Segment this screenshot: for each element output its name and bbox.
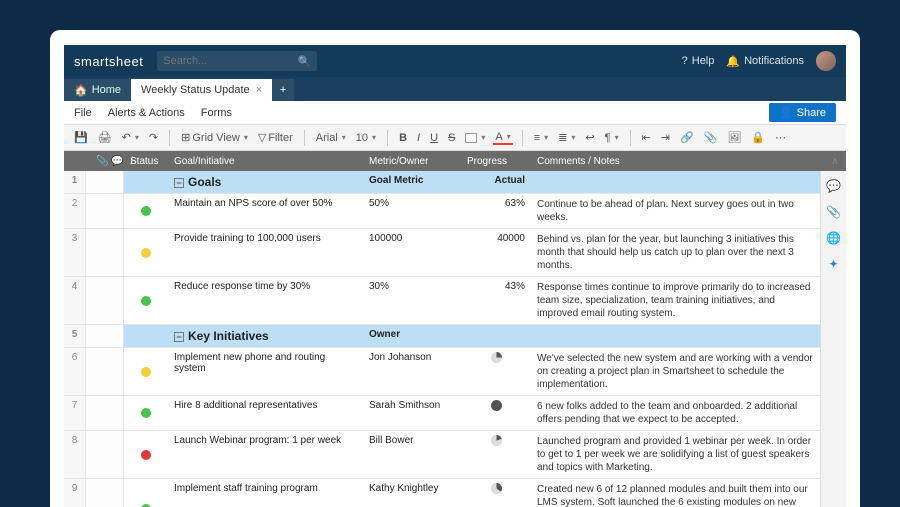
font-select[interactable]: Arial: [314, 132, 348, 144]
collapse-icon[interactable]: −: [174, 178, 184, 188]
person-icon: 👤: [779, 106, 793, 119]
redo-icon[interactable]: ↷: [147, 131, 160, 144]
comments-rail-icon[interactable]: 💬: [827, 179, 841, 193]
progress-pie-icon[interactable]: [491, 400, 502, 411]
bold-button[interactable]: B: [397, 132, 409, 144]
attachment-header-icon[interactable]: 📎: [96, 156, 108, 167]
filter-button[interactable]: ▽ Filter: [256, 131, 295, 144]
table-row[interactable]: 3Provide training to 100,000 users100000…: [64, 229, 820, 277]
document-tab[interactable]: Weekly Status Update×: [131, 79, 272, 101]
top-bar: smartsheet 🔍 ?Help 🔔Notifications: [64, 45, 846, 77]
more-icon[interactable]: ⋯: [773, 131, 788, 144]
search-input[interactable]: [163, 55, 283, 67]
status-dot[interactable]: [141, 206, 151, 216]
menu-file[interactable]: File: [74, 107, 92, 119]
add-tab-button[interactable]: +: [272, 79, 294, 101]
col-comments[interactable]: Comments / Notes: [531, 156, 824, 167]
col-goal[interactable]: Goal/Initiative: [168, 156, 363, 167]
strike-button[interactable]: S: [446, 132, 457, 144]
col-progress[interactable]: Progress: [461, 156, 531, 167]
notifications-link[interactable]: 🔔Notifications: [726, 55, 804, 68]
fill-color-button[interactable]: [463, 133, 487, 143]
attachments-rail-icon[interactable]: 📎: [827, 205, 841, 219]
status-dot[interactable]: [141, 367, 151, 377]
gridview-button[interactable]: ⊞ Grid View: [179, 131, 250, 144]
menu-alerts[interactable]: Alerts & Actions: [108, 107, 185, 119]
home-tab[interactable]: 🏠Home: [64, 79, 131, 101]
print-icon[interactable]: 🖨: [96, 131, 114, 144]
search-box[interactable]: 🔍: [157, 51, 317, 71]
avatar[interactable]: [816, 51, 836, 71]
link-icon[interactable]: 🔗: [678, 131, 696, 144]
wrap-icon[interactable]: ↩: [583, 131, 596, 144]
share-button[interactable]: 👤Share: [769, 103, 836, 122]
status-dot[interactable]: [141, 296, 151, 306]
table-row[interactable]: 6Implement new phone and routing systemJ…: [64, 348, 820, 396]
status-dot[interactable]: [141, 408, 151, 418]
menu-bar: File Alerts & Actions Forms 👤Share: [64, 101, 846, 125]
tab-strip: 🏠Home Weekly Status Update× +: [64, 77, 846, 101]
column-headers: 📎 💬 i Status Goal/Initiative Metric/Owne…: [64, 151, 846, 171]
bell-icon: 🔔: [726, 55, 740, 68]
col-metric[interactable]: Metric/Owner: [363, 156, 461, 167]
fontsize-select[interactable]: 10: [354, 132, 378, 144]
lock-icon[interactable]: 🔒: [749, 131, 767, 144]
brand-logo: smartsheet: [74, 54, 143, 69]
comment-header-icon[interactable]: 💬: [111, 156, 123, 167]
right-rail: 💬 📎 🌐 ✦: [820, 171, 846, 507]
toolbar: 💾 🖨 ↶ ↷ ⊞ Grid View ▽ Filter Arial 10 B …: [64, 125, 846, 151]
menu-forms[interactable]: Forms: [201, 107, 232, 119]
grid-body[interactable]: 1−GoalsGoal MetricActual2Maintain an NPS…: [64, 171, 820, 507]
col-status[interactable]: Status: [124, 156, 168, 167]
status-dot[interactable]: [141, 248, 151, 258]
image-icon[interactable]: 🖼: [725, 131, 743, 144]
progress-pie-icon[interactable]: [491, 483, 502, 494]
collapse-rail-icon[interactable]: ∧: [824, 156, 846, 167]
table-row[interactable]: 5−Key InitiativesOwner: [64, 325, 820, 348]
table-row[interactable]: 4Reduce response time by 30%30%43%Respon…: [64, 277, 820, 325]
collapse-icon[interactable]: −: [174, 332, 184, 342]
table-row[interactable]: 8Launch Webinar program: 1 per weekBill …: [64, 431, 820, 479]
activity-rail-icon[interactable]: 🌐: [827, 231, 841, 245]
table-row[interactable]: 9Implement staff training programKathy K…: [64, 479, 820, 507]
indent-icon[interactable]: ⇥: [659, 131, 672, 144]
search-icon[interactable]: 🔍: [298, 55, 312, 68]
progress-pie-icon[interactable]: [491, 352, 502, 363]
attach-icon[interactable]: 📎: [702, 131, 720, 144]
close-icon[interactable]: ×: [256, 84, 262, 96]
home-icon: 🏠: [74, 84, 88, 97]
status-dot[interactable]: [141, 450, 151, 460]
align-left-icon[interactable]: ≡: [532, 132, 550, 144]
progress-pie-icon[interactable]: [491, 435, 502, 446]
text-color-button[interactable]: A: [493, 131, 512, 145]
info-rail-icon[interactable]: ✦: [827, 257, 841, 271]
help-icon: ?: [682, 55, 688, 67]
align-vert-icon[interactable]: ≣: [556, 131, 577, 144]
save-icon[interactable]: 💾: [72, 131, 90, 144]
undo-icon[interactable]: ↶: [120, 131, 141, 144]
outdent-icon[interactable]: ⇤: [640, 131, 653, 144]
help-link[interactable]: ?Help: [682, 55, 715, 67]
table-row[interactable]: 2Maintain an NPS score of over 50%50%63%…: [64, 194, 820, 229]
italic-button[interactable]: I: [415, 132, 422, 144]
underline-button[interactable]: U: [428, 132, 440, 144]
format-icon[interactable]: ¶: [603, 132, 621, 144]
table-row[interactable]: 7Hire 8 additional representativesSarah …: [64, 396, 820, 431]
table-row[interactable]: 1−GoalsGoal MetricActual: [64, 171, 820, 194]
